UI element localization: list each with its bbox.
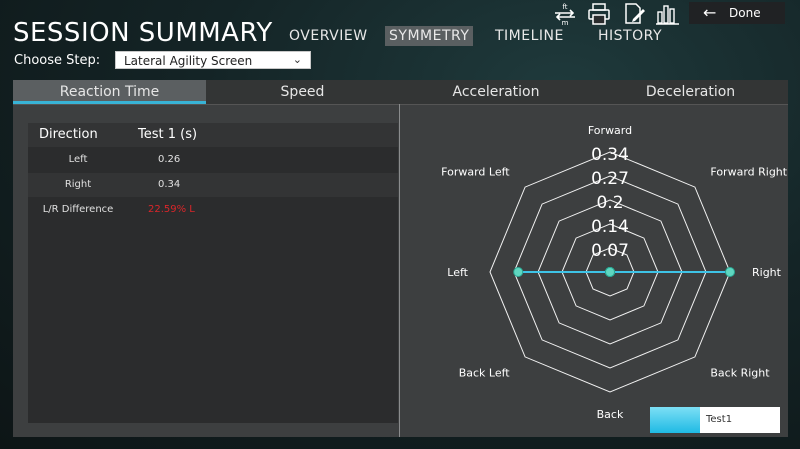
chevron-down-icon: ⌄ [292, 53, 302, 66]
radar-data-point [513, 267, 524, 277]
radar-tick-label: 0.27 [591, 169, 629, 189]
tab-deceleration[interactable]: Deceleration [593, 80, 788, 104]
legend-label: Test1 [706, 414, 733, 425]
radar-axis-label: Forward [588, 124, 632, 137]
direction-cell: L/R Difference [42, 204, 114, 215]
metric-tabs: Reaction Time Speed Acceleration Deceler… [13, 80, 788, 105]
done-label: Done [729, 6, 761, 20]
radar-tick-label: 0.14 [591, 217, 629, 237]
column-header-direction: Direction [39, 127, 98, 142]
nav-timeline[interactable]: TIMELINE [495, 26, 564, 46]
tab-speed[interactable]: Speed [206, 80, 399, 104]
radar-data-point [605, 267, 615, 277]
radar-chart: Forward Forward Right Right Back Right Back B… [441, 124, 788, 421]
direction-cell: Right [64, 179, 92, 190]
radar-axis-label: Forward Left [441, 166, 510, 179]
value-cell: 0.34 [158, 179, 181, 190]
table-row: Left 0.26 [28, 148, 398, 172]
radar-tick-label: 0.34 [591, 145, 629, 165]
nav-symmetry[interactable]: SYMMETRY [385, 26, 474, 46]
radar-tick-label: 0.2 [596, 193, 623, 213]
difference-value-cell: 22.59% L [148, 204, 195, 215]
step-selected-value: Lateral Agility Screen [124, 54, 253, 68]
radar-axis-label: Back [597, 408, 624, 421]
nav-overview[interactable]: OVERVIEW [289, 26, 368, 46]
page-title: SESSION SUMMARY [13, 18, 273, 48]
svg-text:ft: ft [562, 3, 567, 11]
column-header-test1: Test 1 (s) [138, 127, 198, 142]
radar-tick-label: 0.07 [591, 241, 629, 261]
table-row: Right 0.34 [28, 173, 398, 197]
radar-axis-label: Left [447, 266, 468, 279]
table-row: L/R Difference 22.59% L [28, 198, 398, 222]
back-arrow-icon: ← [703, 3, 717, 22]
direction-cell: Left [68, 154, 88, 165]
done-button[interactable]: ← Done [689, 2, 785, 24]
radar-data-point [725, 267, 735, 277]
tab-acceleration[interactable]: Acceleration [399, 80, 593, 104]
nav-history[interactable]: HISTORY [598, 26, 662, 46]
results-table: Direction Test 1 (s) Left 0.26 Right 0.3… [28, 123, 398, 423]
legend-swatch [650, 407, 700, 433]
radar-axis-label: Back Right [710, 366, 770, 379]
symmetry-panel: Reaction Time Speed Acceleration Deceler… [13, 80, 788, 437]
radar-axis-label: Forward Right [710, 166, 787, 179]
table-header: Direction Test 1 (s) [28, 123, 398, 147]
step-dropdown[interactable]: Lateral Agility Screen ⌄ [115, 51, 311, 69]
choose-step-label: Choose Step: [14, 53, 101, 68]
print-icon[interactable] [586, 2, 612, 26]
tab-reaction-time[interactable]: Reaction Time [13, 80, 206, 104]
units-toggle-icon[interactable]: ft m [552, 2, 578, 27]
chart-legend: Test1 [650, 407, 780, 433]
radar-axis-label: Back Left [459, 366, 511, 379]
bar-chart-icon[interactable] [655, 2, 681, 26]
edit-notes-icon[interactable] [621, 2, 647, 26]
value-cell: 0.26 [158, 154, 181, 165]
radar-axis-label: Right [752, 266, 782, 279]
svg-text:m: m [562, 19, 569, 26]
